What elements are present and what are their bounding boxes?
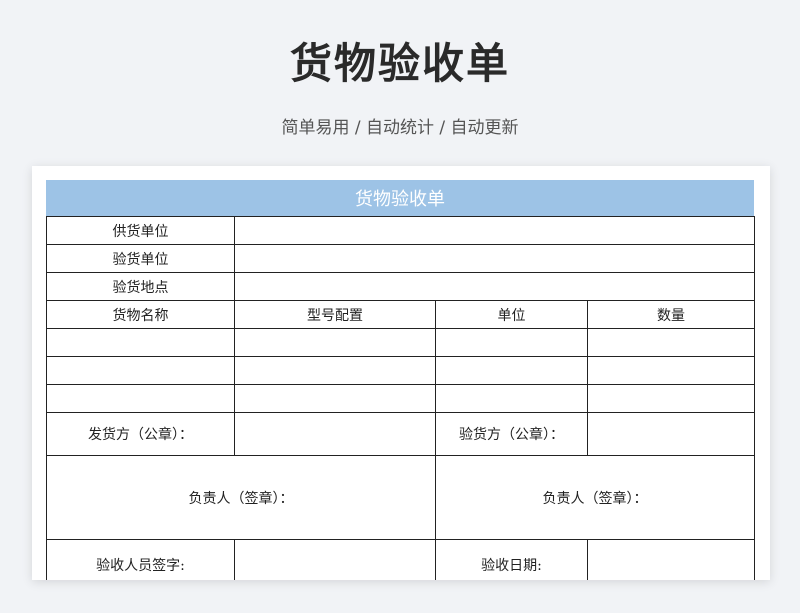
unit-cell[interactable] [435, 384, 588, 413]
inspector-signature-cell[interactable] [234, 539, 436, 580]
inspection-location-value-cell[interactable] [234, 272, 755, 301]
goods-name-cell[interactable] [46, 356, 235, 385]
shipper-seal-cell[interactable] [234, 412, 436, 456]
inspection-location-label: 验货地点 [46, 272, 235, 301]
column-header-quantity: 数量 [587, 300, 755, 329]
shipper-person-label: 负责人（签章）： [188, 490, 294, 507]
page-subtitle: 简单易用 / 自动统计 / 自动更新 [281, 118, 519, 138]
table-row [46, 356, 755, 385]
supplier-label: 供货单位 [46, 216, 235, 245]
inspection-date-cell[interactable] [587, 539, 755, 580]
quantity-cell[interactable] [587, 384, 755, 413]
quantity-cell[interactable] [587, 328, 755, 357]
signature-row: 验收人员签字: 验收日期: [46, 539, 755, 580]
unit-cell[interactable] [435, 356, 588, 385]
receiver-seal-cell[interactable] [587, 412, 755, 456]
column-header-unit: 单位 [435, 300, 588, 329]
quantity-cell[interactable] [587, 356, 755, 385]
responsible-person-row: 负责人（签章）： 负责人（签章）： [46, 455, 755, 540]
table-row [46, 328, 755, 357]
goods-name-cell[interactable] [46, 328, 235, 357]
inspector-unit-row: 验货单位 [46, 244, 755, 273]
supplier-value-cell[interactable] [234, 216, 755, 245]
receiver-person-label: 负责人（签章）： [542, 490, 648, 507]
receiver-person-cell[interactable]: 负责人（签章）： [435, 455, 755, 540]
shipper-person-cell[interactable]: 负责人（签章）： [46, 455, 436, 540]
inspector-unit-label: 验货单位 [46, 244, 235, 273]
unit-cell[interactable] [435, 328, 588, 357]
shipper-seal-label: 发货方（公章）： [46, 412, 235, 456]
inspector-unit-value-cell[interactable] [234, 244, 755, 273]
inspector-signature-label: 验收人员签字: [46, 539, 235, 580]
receiver-seal-label: 验货方（公章）： [435, 412, 588, 456]
model-cell[interactable] [234, 384, 436, 413]
goods-name-cell[interactable] [46, 384, 235, 413]
form-sheet: 货物验收单 供货单位 验货单位 验货地点 货物名称 型号配置 单位 数量 发货方… [32, 166, 770, 580]
column-header-model: 型号配置 [234, 300, 436, 329]
supplier-row: 供货单位 [46, 216, 755, 245]
form-header: 货物验收单 [46, 180, 754, 216]
inspection-date-label: 验收日期: [435, 539, 588, 580]
inspection-location-row: 验货地点 [46, 272, 755, 301]
column-header-row: 货物名称 型号配置 单位 数量 [46, 300, 755, 329]
page-title: 货物验收单 [289, 39, 510, 88]
table-row [46, 384, 755, 413]
column-header-goods-name: 货物名称 [46, 300, 235, 329]
model-cell[interactable] [234, 328, 436, 357]
seal-row: 发货方（公章）： 验货方（公章）： [46, 412, 755, 456]
model-cell[interactable] [234, 356, 436, 385]
acceptance-table: 供货单位 验货单位 验货地点 货物名称 型号配置 单位 数量 发货方（公章）： … [46, 216, 755, 580]
